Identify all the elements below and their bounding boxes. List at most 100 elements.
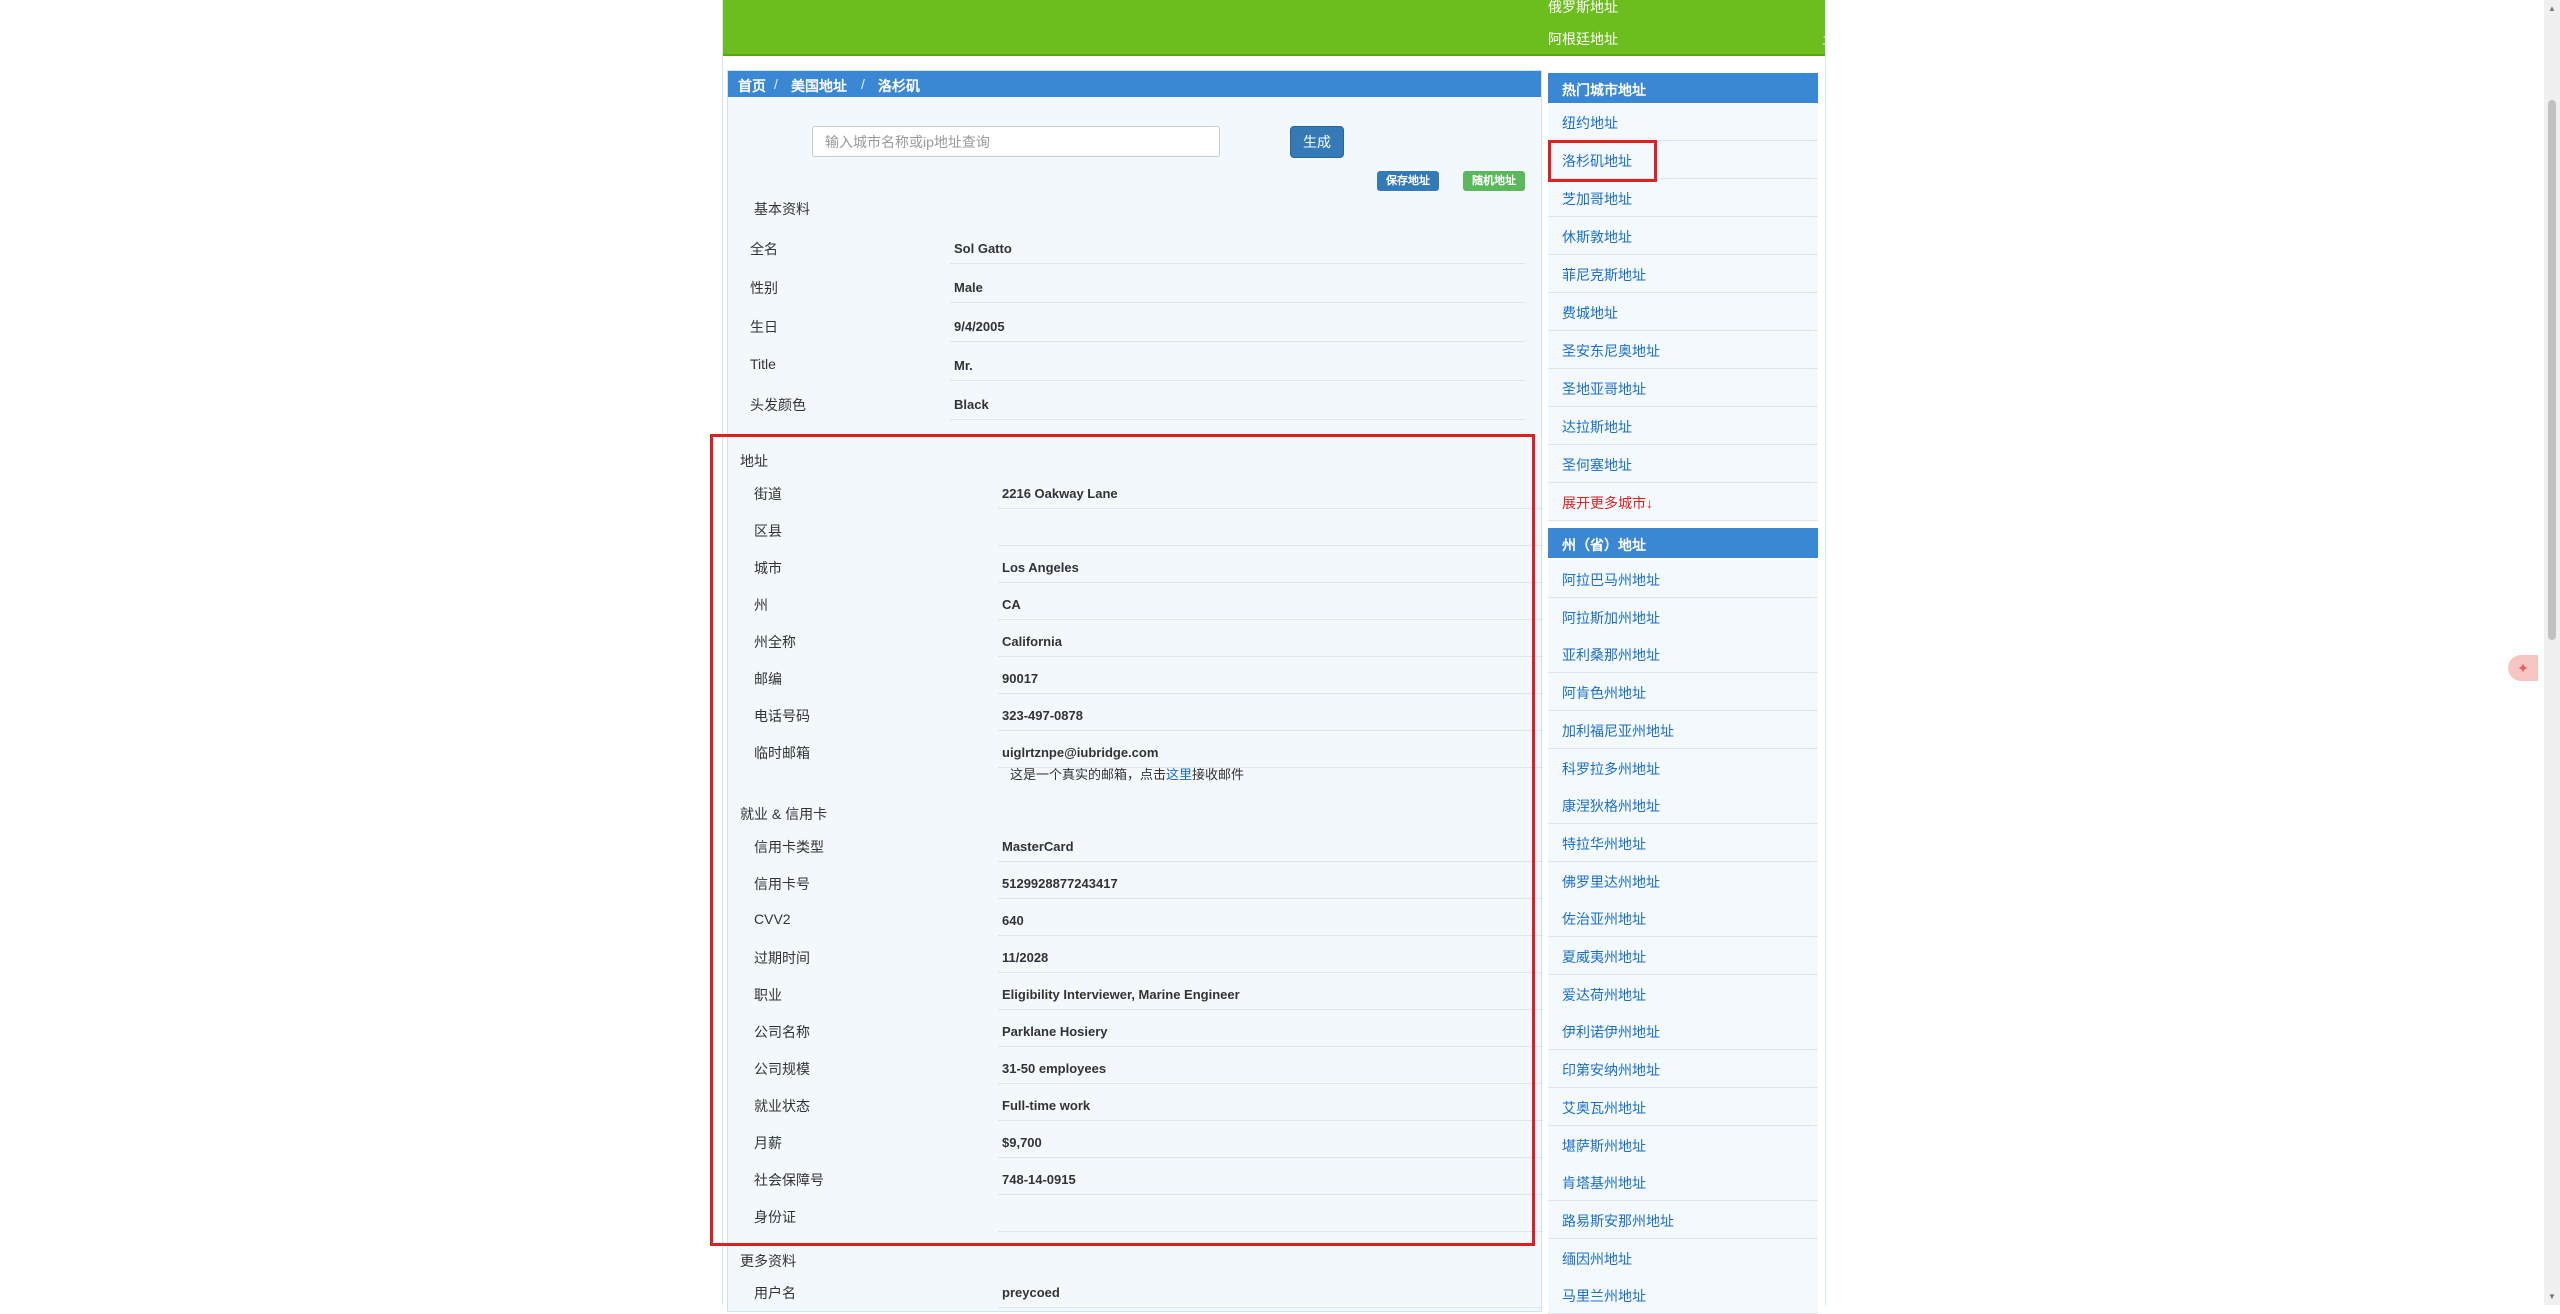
sidebar-header-states: 州（省）地址 xyxy=(1548,528,1818,558)
sidebar-city-label: 菲尼克斯地址 xyxy=(1562,267,1646,283)
sidebar-state-label: 缅因州地址 xyxy=(1562,1250,1632,1267)
sidebar-state-label: 肯塔基州地址 xyxy=(1562,1175,1646,1192)
sidebar-state-item[interactable]: 马里兰州地址 xyxy=(1548,1276,1818,1314)
sidebar-city-label: 圣何塞地址 xyxy=(1562,457,1632,473)
sidebar-state-label: 佛罗里达州地址 xyxy=(1562,873,1660,890)
highlight-box-la-link xyxy=(1548,140,1657,182)
sidebar-state-label: 艾奥瓦州地址 xyxy=(1562,1099,1646,1116)
sidebar-city-item[interactable]: 达拉斯地址 xyxy=(1548,407,1818,445)
sidebar-state-label: 马里兰州地址 xyxy=(1562,1288,1646,1305)
sidebar-state-item[interactable]: 阿拉斯加州地址 xyxy=(1548,597,1818,636)
sidebar-state-item[interactable]: 阿肯色州地址 xyxy=(1548,673,1818,712)
scroll-thumb[interactable] xyxy=(2548,100,2556,640)
sidebar-state-label: 印第安纳州地址 xyxy=(1562,1062,1660,1079)
field-value: 9/4/2005 xyxy=(954,319,1005,334)
scroll-up-icon[interactable]: ▲ xyxy=(2548,4,2556,13)
breadcrumb-usa[interactable]: 美国地址 xyxy=(791,76,847,96)
sidebar-city-label: 休斯敦地址 xyxy=(1562,229,1632,245)
sidebar-state-label: 阿肯色州地址 xyxy=(1562,685,1646,702)
breadcrumb-separator: / xyxy=(774,76,778,92)
nav-link-vietnam[interactable]: 越南地址 xyxy=(2031,29,2231,49)
row-divider xyxy=(950,263,1525,264)
section-title-basic: 基本资料 xyxy=(754,201,810,217)
field-label: 全名 xyxy=(750,241,778,257)
sidebar-state-label: 阿拉巴马州地址 xyxy=(1562,572,1660,588)
sidebar-city-label: 费城地址 xyxy=(1562,305,1618,321)
sidebar-state-item[interactable]: 科罗拉多州地址 xyxy=(1548,748,1818,787)
expand-more-cities-label: 展开更多城市↓ xyxy=(1562,495,1653,511)
sidebar-city-item[interactable]: 费城地址 xyxy=(1548,293,1818,331)
sidebar-state-label: 科罗拉多州地址 xyxy=(1562,760,1660,777)
sidebar-state-item[interactable]: 康涅狄格州地址 xyxy=(1548,786,1818,825)
sidebar-header-cities-label: 热门城市地址 xyxy=(1562,82,1646,98)
city-search-input[interactable] xyxy=(812,126,1220,157)
section-title-more: 更多资料 xyxy=(740,1253,796,1269)
nav-link-thailand[interactable]: 泰国地址 xyxy=(2031,0,2231,17)
sidebar-city-item[interactable]: 圣安东尼奥地址 xyxy=(1548,331,1818,369)
breadcrumb-home[interactable]: 首页 xyxy=(738,76,766,96)
field-label: 性别 xyxy=(750,280,778,296)
sidebar-city-item[interactable]: 圣地亚哥地址 xyxy=(1548,369,1818,407)
nav-link-turkey[interactable]: 土耳其地址 xyxy=(1757,29,1957,49)
sidebar-state-item[interactable]: 特拉华州地址 xyxy=(1548,823,1818,862)
sidebar-state-item[interactable]: 印第安纳州地址 xyxy=(1548,1050,1818,1089)
scroll-down-icon[interactable]: ▼ xyxy=(2548,1292,2556,1301)
sidebar-state-label: 亚利桑那州地址 xyxy=(1562,647,1660,664)
sidebar-city-label: 芝加哥地址 xyxy=(1562,191,1632,207)
sidebar-state-label: 佐治亚州地址 xyxy=(1562,911,1646,928)
field-value: Black xyxy=(954,397,989,412)
sidebar-city-label: 达拉斯地址 xyxy=(1562,419,1632,435)
sidebar-city-item[interactable]: 芝加哥地址 xyxy=(1548,179,1818,217)
sidebar-state-label: 堪萨斯州地址 xyxy=(1562,1137,1646,1154)
sidebar-state-label: 爱达荷州地址 xyxy=(1562,986,1646,1003)
field-value: Male xyxy=(954,280,983,295)
nav-link-argentina[interactable]: 阿根廷地址 xyxy=(1483,29,1683,49)
sidebar-city-item[interactable]: 纽约地址 xyxy=(1548,103,1818,141)
nav-link-russia[interactable]: 俄罗斯地址 xyxy=(1483,0,1683,17)
sidebar-state-label: 康涅狄格州地址 xyxy=(1562,798,1660,815)
sidebar-state-item[interactable]: 夏威夷州地址 xyxy=(1548,937,1818,975)
row-divider xyxy=(950,302,1525,303)
random-address-button[interactable]: 随机地址 xyxy=(1463,171,1525,191)
field-value: Sol Gatto xyxy=(954,241,1012,256)
breadcrumb: 首页 / 美国地址 / 洛杉矶 xyxy=(728,71,1541,97)
field-label: Title xyxy=(750,356,776,372)
sidebar-state-item[interactable]: 缅因州地址 xyxy=(1548,1238,1818,1277)
sidebar-city-item[interactable]: 圣何塞地址 xyxy=(1548,445,1818,483)
sidebar-state-label: 阿拉斯加州地址 xyxy=(1562,609,1660,626)
sidebar-state-item[interactable]: 加利福尼亚州地址 xyxy=(1548,710,1818,749)
sidebar-header-cities: 热门城市地址 xyxy=(1548,73,1818,103)
sidebar-state-item[interactable]: 伊利诺伊州地址 xyxy=(1548,1012,1818,1051)
save-address-button[interactable]: 保存地址 xyxy=(1377,171,1439,191)
field-value: Mr. xyxy=(954,358,973,373)
nav-link-china[interactable]: 中国地址 xyxy=(1757,0,1957,17)
field-value: preycoed xyxy=(1002,1285,1060,1300)
sidebar-state-item[interactable]: 亚利桑那州地址 xyxy=(1548,635,1818,674)
sidebar-city-label: 圣地亚哥地址 xyxy=(1562,381,1646,397)
generate-button[interactable]: 生成 xyxy=(1290,126,1344,158)
row-divider xyxy=(950,341,1525,342)
translate-icon[interactable]: ✦ xyxy=(2508,655,2538,681)
sidebar-city-item[interactable]: 菲尼克斯地址 xyxy=(1548,255,1818,293)
breadcrumb-separator: / xyxy=(861,76,865,92)
sidebar-state-item[interactable]: 爱达荷州地址 xyxy=(1548,974,1818,1013)
expand-more-cities-link[interactable]: 展开更多城市↓ xyxy=(1548,483,1818,521)
nav-link-philippines[interactable]: 菲律宾地址 xyxy=(2305,0,2505,17)
sidebar-state-label: 路易斯安那州地址 xyxy=(1562,1212,1674,1229)
sidebar-state-item[interactable]: 阿拉巴马州地址 xyxy=(1548,560,1818,598)
sidebar-city-item[interactable]: 休斯敦地址 xyxy=(1548,217,1818,255)
highlight-box-details xyxy=(710,434,1535,1246)
row-divider xyxy=(950,380,1525,381)
page-scrollbar[interactable]: ▲ ▼ xyxy=(2544,0,2560,1305)
sidebar-state-label: 伊利诺伊州地址 xyxy=(1562,1024,1660,1041)
sidebar-state-item[interactable]: 堪萨斯州地址 xyxy=(1548,1125,1818,1164)
sidebar-state-item[interactable]: 路易斯安那州地址 xyxy=(1548,1200,1818,1239)
sidebar-state-item[interactable]: 艾奥瓦州地址 xyxy=(1548,1087,1818,1126)
sidebar-state-label: 加利福尼亚州地址 xyxy=(1562,722,1674,739)
sidebar-state-item[interactable]: 肯塔基州地址 xyxy=(1548,1163,1818,1202)
sidebar-state-item[interactable]: 佛罗里达州地址 xyxy=(1548,861,1818,900)
sidebar-state-label: 夏威夷州地址 xyxy=(1562,949,1646,965)
sidebar-state-item[interactable]: 佐治亚州地址 xyxy=(1548,899,1818,938)
field-label: 生日 xyxy=(750,319,778,335)
row-divider xyxy=(950,419,1525,420)
